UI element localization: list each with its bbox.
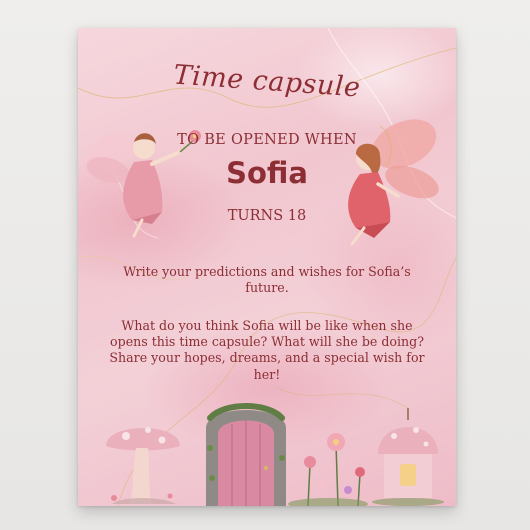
fairy-door-illustration [206, 403, 286, 506]
product-mockup-stage: Time capsule TO BE OPENED WHEN Sofia TUR… [0, 0, 530, 530]
garden-flowers-illustration [288, 433, 368, 506]
poster: Time capsule TO BE OPENED WHEN Sofia TUR… [78, 28, 456, 506]
honoree-name: Sofia [226, 156, 308, 190]
lantern-house-illustration [372, 408, 444, 506]
instructions-paragraph-1: Write your predictions and wishes for So… [123, 264, 411, 296]
instructions-paragraph-2: What do you think Sofia will be like whe… [109, 318, 425, 382]
turns-age-label: TURNS 18 [227, 208, 307, 224]
opened-when-label: TO BE OPENED WHEN [177, 132, 357, 148]
mushroom-illustration [106, 427, 180, 504]
